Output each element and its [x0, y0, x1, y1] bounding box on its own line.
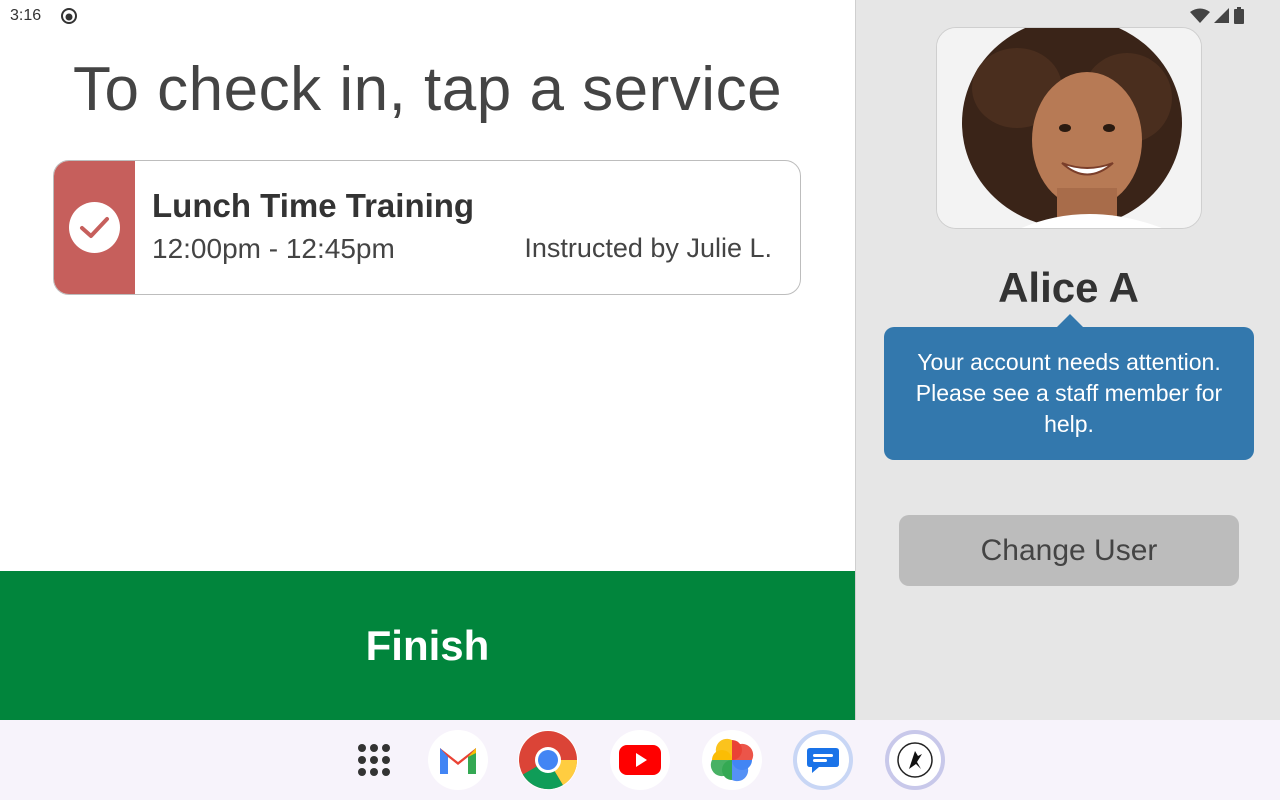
user-photo	[937, 28, 1201, 228]
status-bar: 3:16	[0, 0, 1280, 32]
messages-icon[interactable]	[793, 730, 853, 790]
finish-button[interactable]: Finish	[0, 571, 855, 720]
account-attention-message: Your account needs attention. Please see…	[884, 314, 1254, 460]
checked-strip	[54, 161, 135, 294]
status-icons	[1190, 7, 1244, 24]
user-name: Alice A	[998, 264, 1139, 311]
wifi-icon	[1190, 8, 1210, 23]
bubble-pointer	[1056, 314, 1084, 328]
page-title: To check in, tap a service	[72, 55, 783, 124]
youtube-icon[interactable]	[610, 730, 670, 790]
photos-icon[interactable]	[702, 730, 762, 790]
service-time: 12:00pm - 12:45pm	[152, 233, 395, 264]
service-card[interactable]: Lunch Time Training 12:00pm - 12:45pm In…	[53, 160, 801, 295]
status-time: 3:16	[10, 7, 42, 24]
check-circle	[69, 202, 120, 253]
taskbar	[0, 720, 1280, 800]
chrome-icon[interactable]	[518, 730, 578, 790]
service-panel: To check in, tap a service Lunch Time Tr…	[0, 0, 855, 720]
checkmark-icon	[80, 217, 109, 238]
change-user-button[interactable]: Change User	[899, 515, 1239, 586]
checkin-screen: 3:16 To check in, tap a service Lunch Ti…	[0, 0, 1280, 800]
user-panel: Alice A Your account needs attention. Pl…	[855, 0, 1280, 720]
notification-icon	[61, 8, 77, 24]
signal-icon	[1214, 7, 1229, 23]
checkin-app-icon[interactable]	[885, 730, 945, 790]
service-name: Lunch Time Training	[152, 187, 475, 224]
service-instructor: Instructed by Julie L.	[524, 233, 772, 263]
gmail-icon[interactable]	[428, 730, 488, 790]
battery-icon	[1234, 7, 1244, 24]
attention-text: Your account needs attention. Please see…	[915, 349, 1223, 437]
avatar	[936, 27, 1202, 229]
app-drawer-icon[interactable]	[344, 730, 404, 790]
